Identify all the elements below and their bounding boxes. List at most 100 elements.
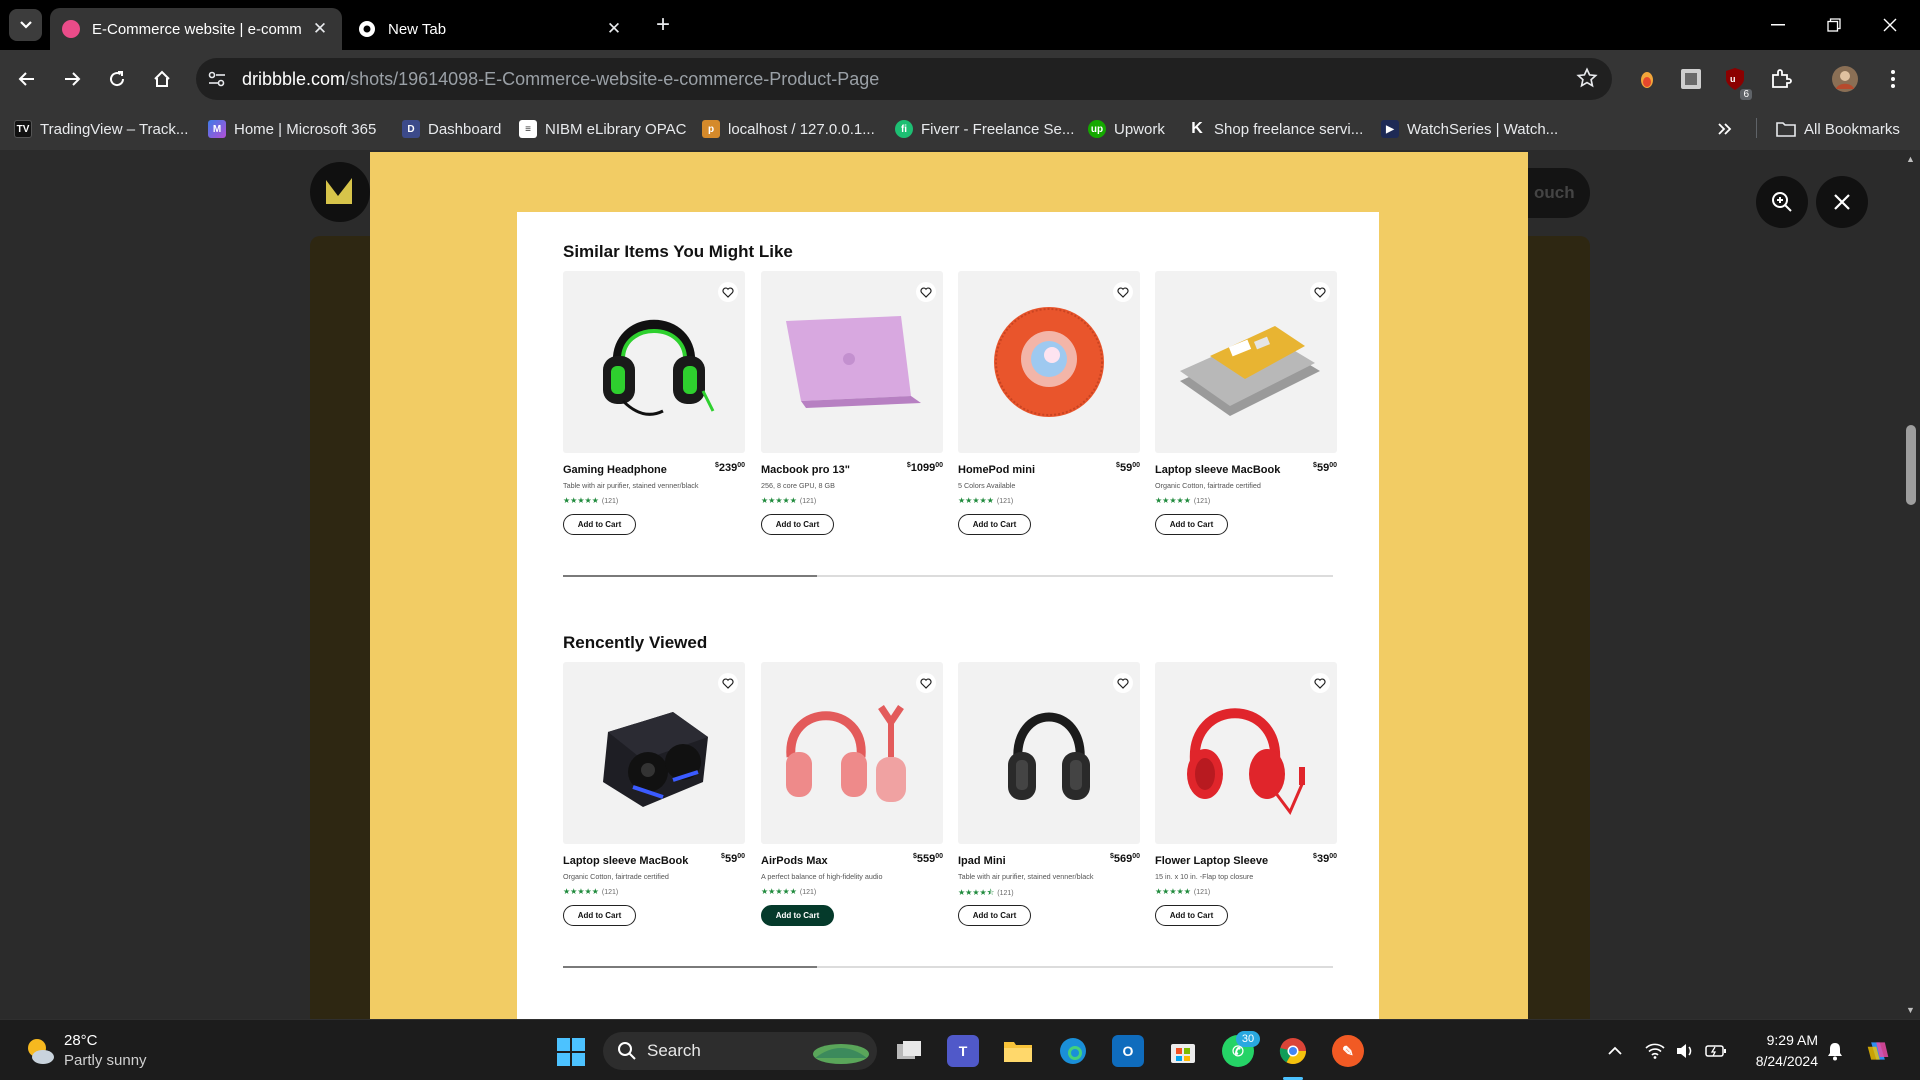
zoom-button[interactable] <box>1756 176 1808 228</box>
heart-icon[interactable] <box>1310 282 1330 302</box>
similar-scroll-track[interactable] <box>563 575 1333 577</box>
product-name[interactable]: Laptop sleeve MacBook <box>563 855 688 867</box>
add-to-cart-button[interactable]: Add to Cart <box>958 905 1031 926</box>
close-tab-icon[interactable]: ✕ <box>604 19 624 39</box>
tab-ecommerce[interactable]: E-Commerce website | e-comm ✕ <box>50 8 342 50</box>
battery-icon[interactable] <box>1704 1040 1728 1062</box>
product-image[interactable] <box>563 271 745 453</box>
brush-app-icon[interactable]: ✎ <box>1332 1035 1364 1067</box>
new-tab-button[interactable]: + <box>650 11 676 38</box>
reload-button[interactable] <box>101 63 133 95</box>
product-image[interactable] <box>958 662 1140 844</box>
product-card[interactable]: Macbook pro 13" $109900 256, 8 core GPU, 8… <box>761 271 943 561</box>
close-shot-button[interactable] <box>1816 176 1868 228</box>
copilot-icon[interactable] <box>1866 1040 1890 1062</box>
profile-avatar[interactable] <box>1830 64 1860 94</box>
product-name[interactable]: HomePod mini <box>958 464 1035 476</box>
close-window-button[interactable] <box>1870 8 1910 42</box>
bookmark-item[interactable]: fi Fiverr - Freelance Se... <box>895 118 1074 140</box>
bookmark-star-icon[interactable] <box>1576 67 1598 89</box>
product-name[interactable]: Gaming Headphone <box>563 464 667 476</box>
forward-button[interactable] <box>56 63 88 95</box>
metamask-extension-icon[interactable] <box>1632 64 1662 94</box>
weather-temperature[interactable]: 28°C <box>64 1032 98 1049</box>
heart-icon[interactable] <box>916 282 936 302</box>
volume-icon[interactable] <box>1673 1040 1697 1062</box>
wifi-icon[interactable] <box>1643 1040 1667 1062</box>
teams-icon[interactable]: T <box>947 1035 979 1067</box>
add-to-cart-button[interactable]: Add to Cart <box>1155 905 1228 926</box>
product-card[interactable]: Flower Laptop Sleeve $3900 15 in. x 10 in.… <box>1155 662 1337 952</box>
back-button[interactable] <box>11 63 43 95</box>
product-image[interactable] <box>761 271 943 453</box>
product-name[interactable]: Ipad Mini <box>958 855 1006 867</box>
system-clock[interactable]: 9:29 AM 8/24/2024 <box>1740 1030 1818 1072</box>
weather-description[interactable]: Partly sunny <box>64 1052 147 1069</box>
product-name[interactable]: Flower Laptop Sleeve <box>1155 855 1268 867</box>
restore-button[interactable] <box>1814 8 1854 42</box>
outlook-icon[interactable]: O <box>1112 1035 1144 1067</box>
chrome-taskbar-icon[interactable] <box>1277 1035 1309 1067</box>
tab-search-button[interactable] <box>9 9 42 41</box>
page-scrollbar[interactable]: ▲ ▼ <box>1902 150 1920 1019</box>
partly-sunny-icon[interactable] <box>24 1036 56 1066</box>
add-to-cart-button[interactable]: Add to Cart <box>761 905 834 926</box>
heart-icon[interactable] <box>718 282 738 302</box>
product-image[interactable] <box>563 662 745 844</box>
home-button[interactable] <box>146 63 178 95</box>
heart-icon[interactable] <box>1113 673 1133 693</box>
notifications-bell-icon[interactable] <box>1823 1040 1847 1062</box>
product-card[interactable]: Laptop sleeve MacBook $5900 Organic Cotton… <box>1155 271 1337 561</box>
ublock-extension-icon[interactable]: u 6 <box>1720 64 1752 100</box>
product-name[interactable]: Macbook pro 13" <box>761 464 850 476</box>
close-tab-icon[interactable]: ✕ <box>310 19 330 39</box>
heart-icon[interactable] <box>1310 673 1330 693</box>
windows-start-icon[interactable] <box>556 1037 586 1067</box>
taskbar-search[interactable]: Search <box>603 1032 877 1070</box>
bookmark-item[interactable]: ≡ NIBM eLibrary OPAC <box>519 118 686 140</box>
add-to-cart-button[interactable]: Add to Cart <box>563 514 636 535</box>
product-card[interactable]: HomePod mini $5900 5 Colors Available ★★★★★… <box>958 271 1140 561</box>
add-to-cart-button[interactable]: Add to Cart <box>761 514 834 535</box>
add-to-cart-button[interactable]: Add to Cart <box>563 905 636 926</box>
microsoft-store-icon[interactable] <box>1167 1035 1199 1067</box>
minimize-button[interactable] <box>1758 8 1798 42</box>
file-explorer-icon[interactable] <box>1002 1035 1034 1067</box>
tab-new-tab[interactable]: New Tab ✕ <box>346 8 636 50</box>
screenshot-extension-icon[interactable] <box>1676 64 1706 94</box>
bookmark-item[interactable]: ▶ WatchSeries | Watch... <box>1381 118 1558 140</box>
product-card[interactable]: Ipad Mini $56900 Table with air purifier, … <box>958 662 1140 952</box>
product-card[interactable]: Laptop sleeve MacBook $5900 Organic Cotton… <box>563 662 745 952</box>
bookmark-item[interactable]: K Shop freelance servi... <box>1188 118 1363 140</box>
bookmark-item[interactable]: M Home | Microsoft 365 <box>208 118 376 140</box>
task-view-icon[interactable] <box>893 1035 925 1067</box>
bookmarks-overflow-button[interactable] <box>1718 118 1732 140</box>
all-bookmarks-button[interactable]: All Bookmarks <box>1776 118 1900 140</box>
product-image[interactable] <box>1155 662 1337 844</box>
product-image[interactable] <box>1155 271 1337 453</box>
bookmark-item[interactable]: TV TradingView – Track... <box>14 118 188 140</box>
bookmark-item[interactable]: p localhost / 127.0.0.1... <box>702 118 875 140</box>
scrollbar-thumb[interactable] <box>1906 425 1916 505</box>
product-card[interactable]: AirPods Max $55900 A perfect balance of hi… <box>761 662 943 952</box>
product-name[interactable]: AirPods Max <box>761 855 828 867</box>
recent-scroll-track[interactable] <box>563 966 1333 968</box>
recent-scroll-thumb[interactable] <box>563 966 818 968</box>
heart-icon[interactable] <box>916 673 936 693</box>
product-image[interactable] <box>761 662 943 844</box>
product-name[interactable]: Laptop sleeve MacBook <box>1155 464 1280 476</box>
add-to-cart-button[interactable]: Add to Cart <box>958 514 1031 535</box>
extensions-puzzle-icon[interactable] <box>1766 64 1796 94</box>
site-settings-icon[interactable] <box>200 62 234 96</box>
heart-icon[interactable] <box>718 673 738 693</box>
more-menu-icon[interactable] <box>1878 64 1908 94</box>
scroll-up-icon[interactable]: ▲ <box>1906 154 1915 164</box>
heart-icon[interactable] <box>1113 282 1133 302</box>
product-image[interactable] <box>958 271 1140 453</box>
bookmark-item[interactable]: up Upwork <box>1088 118 1165 140</box>
address-bar[interactable]: dribbble.com/shots/19614098-E-Commerce-w… <box>196 58 1612 100</box>
add-to-cart-button[interactable]: Add to Cart <box>1155 514 1228 535</box>
bookmark-item[interactable]: D Dashboard <box>402 118 501 140</box>
similar-scroll-thumb[interactable] <box>563 575 818 577</box>
show-hidden-icons[interactable] <box>1603 1040 1627 1062</box>
